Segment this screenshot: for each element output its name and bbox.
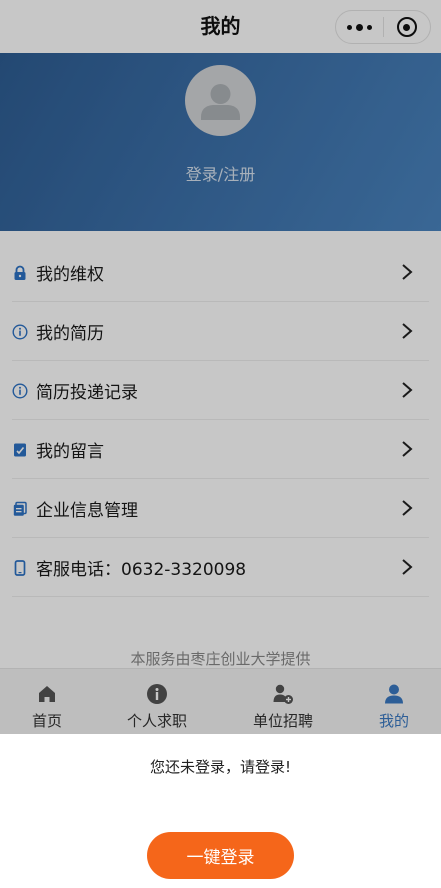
login-sheet: 您还未登录，请登录! 一键登录 [0, 734, 441, 888]
modal-backdrop[interactable] [0, 0, 441, 734]
login-prompt-text: 您还未登录，请登录! [149, 758, 291, 776]
one-click-login-button[interactable]: 一键登录 [147, 832, 294, 879]
